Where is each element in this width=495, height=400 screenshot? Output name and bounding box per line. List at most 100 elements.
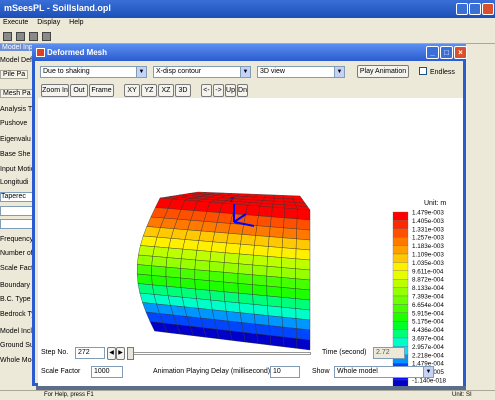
- mesh-cell: [296, 208, 311, 221]
- mesh-cell: [252, 274, 268, 287]
- rotate-down-button[interactable]: Dn: [237, 84, 248, 97]
- endless-checkbox-row[interactable]: Endless: [419, 67, 455, 76]
- main-close-button[interactable]: [482, 3, 494, 15]
- mesh-cell: [266, 256, 282, 268]
- mesh-cell: [281, 237, 297, 250]
- show-select[interactable]: Whole model ▼: [334, 366, 434, 378]
- mesh-cell: [295, 238, 311, 251]
- mesh-cell: [151, 265, 167, 277]
- play-animation-button[interactable]: Play Animation: [357, 65, 409, 78]
- panel-item: Analysis Typ: [0, 106, 36, 113]
- rotate-right-button[interactable]: ->: [213, 84, 224, 97]
- save-icon[interactable]: [16, 32, 25, 41]
- frame-button[interactable]: Frame: [89, 84, 114, 97]
- mesh-cell: [224, 301, 241, 313]
- legend-swatch: [392, 220, 409, 229]
- panel-item: Eigenvalu: [0, 136, 31, 143]
- mesh-cell: [152, 246, 169, 258]
- mesh-cell: [237, 263, 254, 276]
- mesh-cell: [154, 236, 172, 249]
- mesh-cell: [198, 230, 216, 243]
- minimize-button[interactable]: _: [426, 46, 439, 59]
- panel-item[interactable]: Pile Pa: [0, 70, 29, 79]
- rotate-left-button[interactable]: <-: [201, 84, 212, 97]
- mesh-cell: [280, 277, 296, 289]
- panel-item: Scale Factor: [0, 265, 36, 272]
- legend-label: 7.393e-004: [412, 294, 444, 301]
- mesh-cell: [224, 242, 241, 255]
- endless-checkbox[interactable]: [419, 67, 427, 75]
- view-yz-button[interactable]: YZ: [141, 84, 157, 97]
- view-select[interactable]: 3D view ▼: [257, 66, 345, 78]
- step-prev-button[interactable]: ◀: [107, 347, 116, 360]
- legend-label: 1.405e-003: [412, 218, 444, 225]
- mesh-cell: [138, 245, 155, 257]
- legend-swatch: [392, 245, 409, 255]
- step-input[interactable]: 272: [75, 347, 105, 359]
- panel-item[interactable]: Mesh Pa: [0, 89, 34, 98]
- panel-item[interactable]: Taperec: [0, 192, 34, 202]
- zoom-in-button[interactable]: Zoom In: [41, 84, 69, 97]
- menu-execute[interactable]: Execute: [3, 19, 28, 26]
- mesh-cell: [223, 281, 239, 294]
- maximize-button[interactable]: □: [440, 46, 453, 59]
- window-app-icon: [36, 48, 45, 57]
- panel-item: Number of C: [0, 250, 36, 257]
- mesh-cell: [266, 266, 282, 278]
- close-button[interactable]: ×: [454, 46, 467, 59]
- menu-help[interactable]: Help: [69, 19, 83, 26]
- mesh-canvas[interactable]: Z Unit: m 1.479e-0031.405e-0031.331e-003…: [38, 98, 463, 386]
- panel-item: Longitudi: [0, 179, 29, 186]
- mesh-cell: [166, 247, 184, 259]
- loading-select-value: Due to shaking: [43, 68, 90, 75]
- mesh-cell: [200, 221, 218, 233]
- main-minimize-button[interactable]: [456, 3, 468, 15]
- panel-item: Model Input: [0, 44, 36, 51]
- legend-swatch: [392, 253, 409, 263]
- step-slider[interactable]: [129, 352, 311, 355]
- legend-label: 6.654e-004: [412, 302, 444, 309]
- rotate-up-button[interactable]: Up: [225, 84, 236, 97]
- scale-factor-input[interactable]: 1000: [91, 366, 123, 378]
- legend-swatch: [392, 312, 409, 322]
- mesh-cell: [282, 227, 297, 240]
- main-maximize-button[interactable]: [469, 3, 481, 15]
- open-icon[interactable]: [3, 32, 12, 41]
- zoom-out-button[interactable]: Out: [70, 84, 88, 97]
- view-xy-button[interactable]: XY: [124, 84, 140, 97]
- mesh-cell: [273, 194, 284, 199]
- mesh-cell: [196, 298, 213, 311]
- mesh-cell: [229, 330, 246, 343]
- mesh-cell: [241, 224, 258, 236]
- step-slider-thumb[interactable]: [127, 347, 134, 360]
- legend-label: 4.436e-004: [412, 327, 444, 334]
- unit-label: Unit: m: [424, 200, 446, 207]
- mesh-cell: [296, 328, 311, 341]
- mesh-cell: [195, 288, 211, 301]
- mesh-cell: [295, 268, 311, 281]
- contour-select[interactable]: X-disp contour ▼: [153, 66, 251, 78]
- help-icon[interactable]: [42, 32, 51, 41]
- delay-input[interactable]: 10: [270, 366, 300, 378]
- view-xz-button[interactable]: XZ: [158, 84, 174, 97]
- loading-select[interactable]: Due to shaking ▼: [40, 66, 147, 78]
- menu-display[interactable]: Display: [37, 19, 60, 26]
- status-unit: Unit: SI: [452, 392, 472, 398]
- model-input-panel: Model Input Model Defin Pile Pa Mesh Pa Anal…: [0, 44, 36, 390]
- mesh-cell: [268, 226, 284, 238]
- panel-item[interactable]: [0, 206, 34, 216]
- legend-swatch: [392, 279, 409, 288]
- chevron-down-icon: ▼: [240, 67, 250, 77]
- mesh-cell: [225, 311, 242, 323]
- view-3d-button[interactable]: 3D: [175, 84, 191, 97]
- step-label: Step No.: [41, 349, 69, 356]
- mesh-cell: [214, 222, 231, 234]
- panel-item[interactable]: [0, 219, 34, 229]
- legend-label: 1.109e-003: [412, 252, 444, 259]
- mesh-cell: [268, 236, 284, 248]
- mesh-cell: [210, 299, 227, 312]
- print-icon[interactable]: [29, 32, 38, 41]
- step-next-button[interactable]: ▶: [116, 347, 125, 360]
- legend-label: 1.183e-003: [412, 243, 444, 250]
- mesh-cell: [252, 284, 268, 297]
